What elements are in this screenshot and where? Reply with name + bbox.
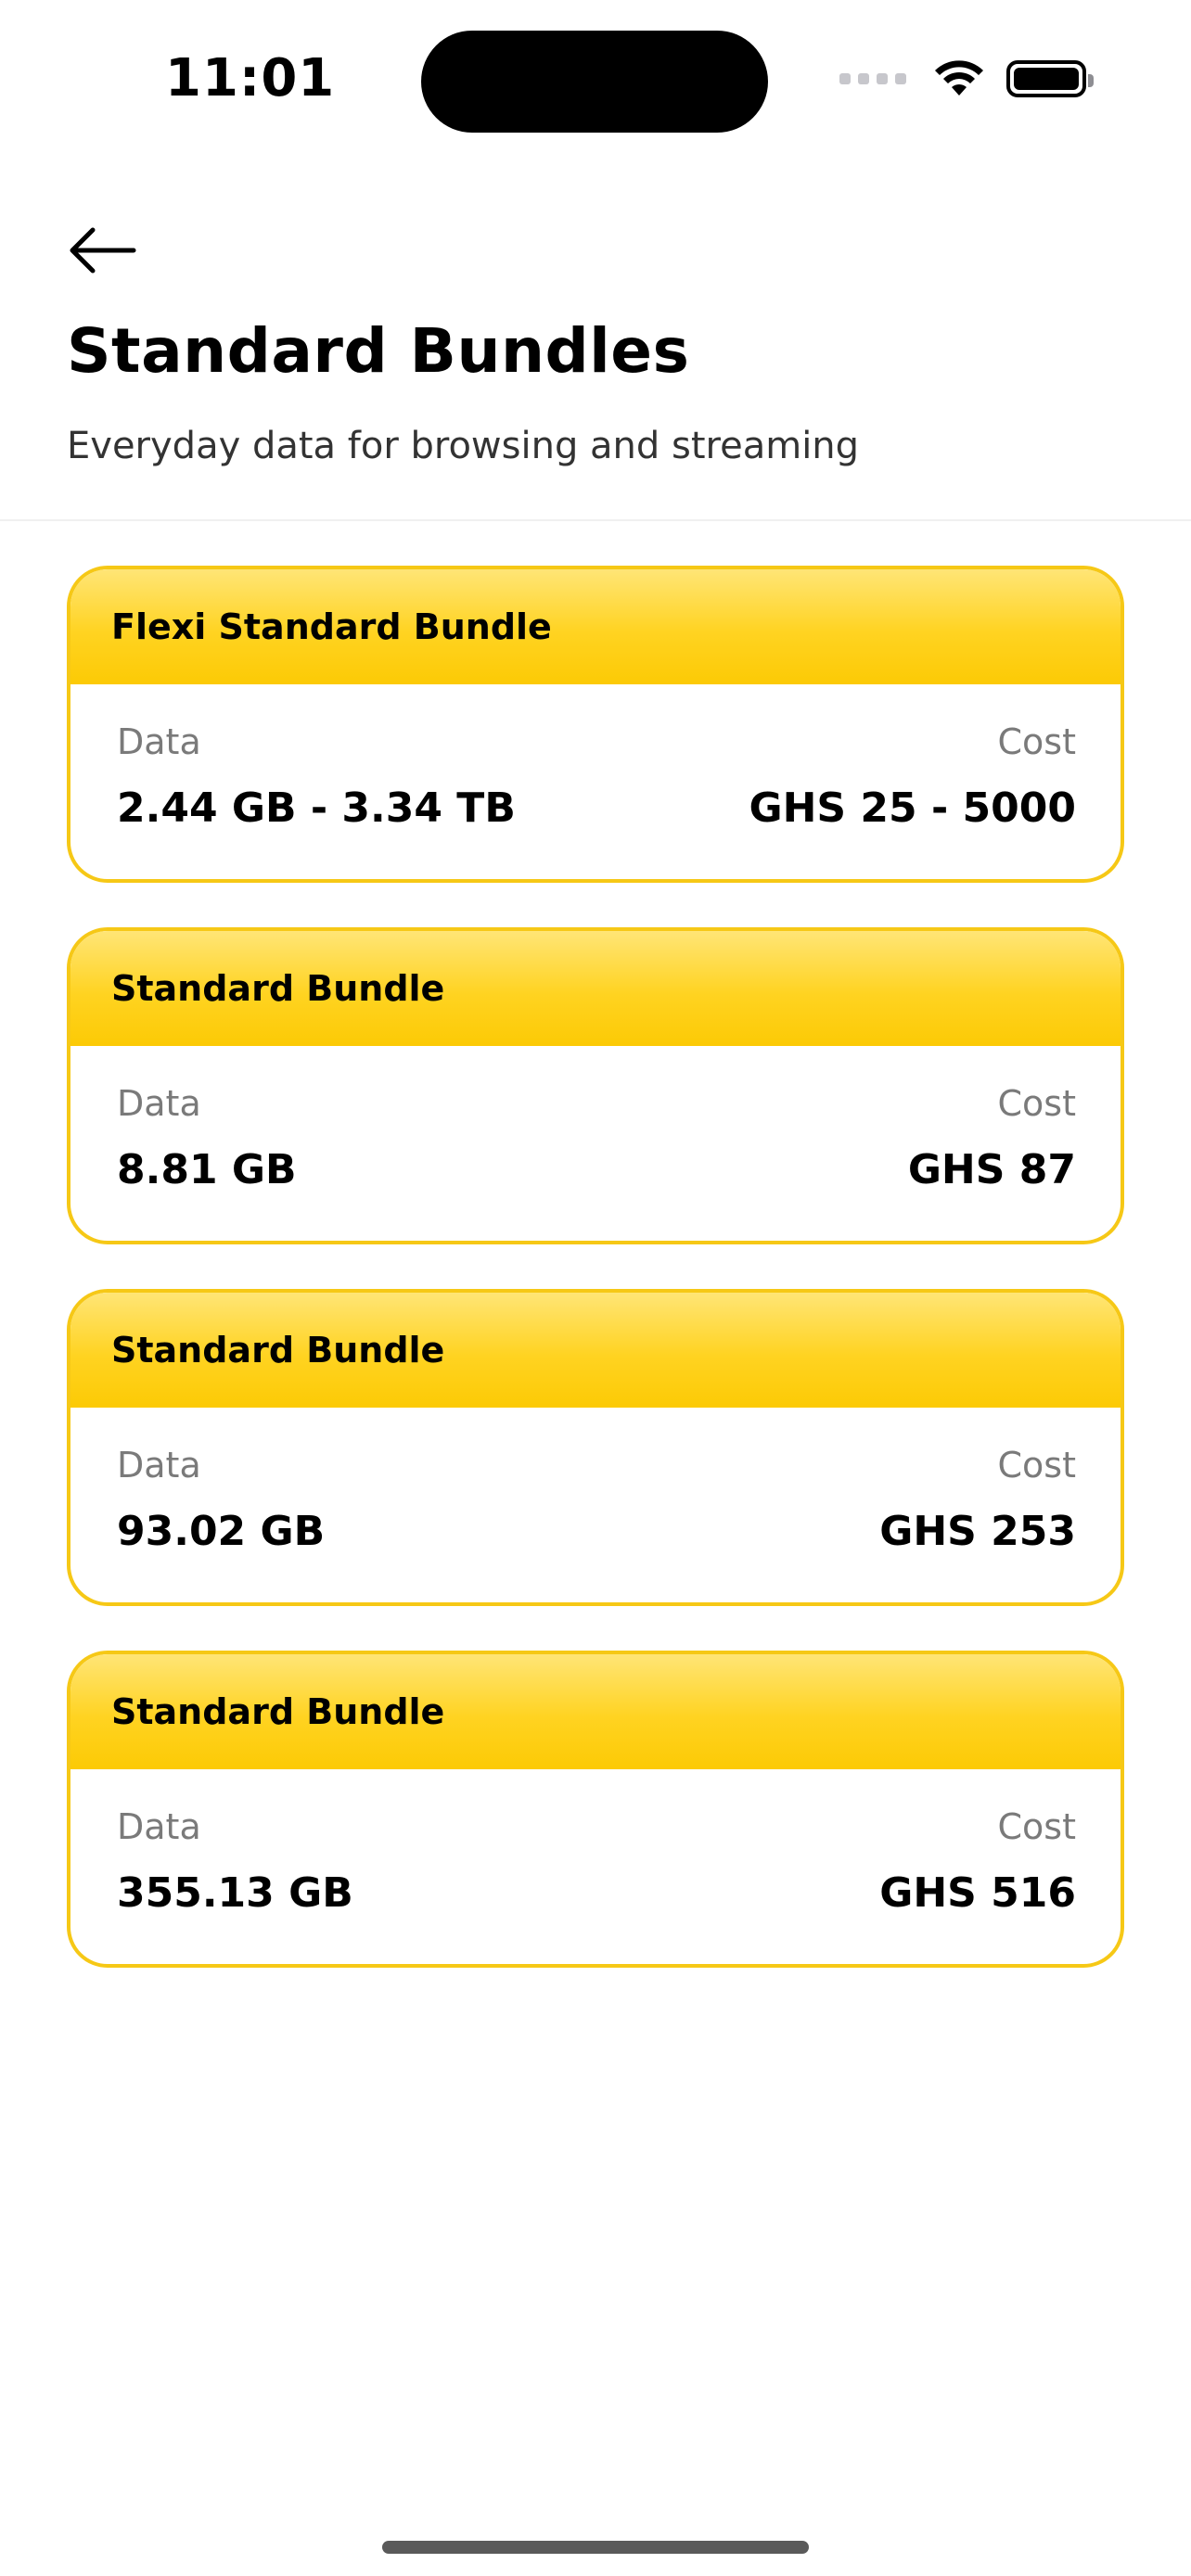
bundle-header: Standard Bundle: [70, 1293, 1121, 1408]
bundle-name: Standard Bundle: [111, 1330, 445, 1371]
bundle-card[interactable]: Standard Bundle Data 355.13 GB Cost GHS …: [67, 1651, 1124, 1968]
status-icons: [839, 57, 1094, 100]
data-value: 93.02 GB: [117, 1508, 326, 1555]
data-label: Data: [117, 1445, 201, 1486]
cost-label: Cost: [997, 1806, 1076, 1847]
bundle-card[interactable]: Standard Bundle Data 8.81 GB Cost GHS 87: [67, 927, 1124, 1244]
back-button[interactable]: [67, 213, 150, 287]
cost-label: Cost: [997, 1445, 1076, 1486]
data-label: Data: [117, 721, 201, 762]
page-subtitle: Everyday data for browsing and streaming: [67, 425, 860, 467]
page-title: Standard Bundles: [67, 315, 690, 387]
cost-label: Cost: [997, 721, 1076, 762]
dynamic-island: [421, 31, 768, 133]
data-label: Data: [117, 1806, 201, 1847]
bundle-body: Data 2.44 GB - 3.34 TB Cost GHS 25 - 500…: [70, 684, 1121, 832]
header-divider: [0, 519, 1191, 521]
bundle-header: Standard Bundle: [70, 1654, 1121, 1769]
bundle-data-column: Data 93.02 GB: [117, 1445, 325, 1555]
bundle-name: Standard Bundle: [111, 968, 445, 1009]
arrow-left-icon: [70, 227, 136, 274]
bundle-body: Data 8.81 GB Cost GHS 87: [70, 1046, 1121, 1193]
cost-value: GHS 516: [879, 1869, 1076, 1917]
status-bar: 11:01: [0, 0, 1191, 158]
bundle-cost-column: Cost GHS 25 - 5000: [749, 721, 1076, 832]
data-value: 8.81 GB: [117, 1146, 297, 1193]
bundle-cost-column: Cost GHS 87: [908, 1083, 1076, 1193]
bundle-card[interactable]: Flexi Standard Bundle Data 2.44 GB - 3.3…: [67, 566, 1124, 883]
bundle-card[interactable]: Standard Bundle Data 93.02 GB Cost GHS 2…: [67, 1289, 1124, 1606]
status-time: 11:01: [165, 48, 336, 108]
data-value: 355.13 GB: [117, 1869, 353, 1917]
bundle-body: Data 93.02 GB Cost GHS 253: [70, 1408, 1121, 1555]
cost-value: GHS 253: [879, 1508, 1076, 1555]
home-indicator[interactable]: [382, 2541, 809, 2554]
battery-icon: [1006, 60, 1094, 97]
cellular-signal-icon: [839, 73, 906, 84]
bundle-data-column: Data 2.44 GB - 3.34 TB: [117, 721, 516, 832]
bundle-header: Standard Bundle: [70, 931, 1121, 1046]
bundle-name: Flexi Standard Bundle: [111, 606, 552, 647]
cost-label: Cost: [997, 1083, 1076, 1124]
bundle-header: Flexi Standard Bundle: [70, 569, 1121, 684]
bundle-cost-column: Cost GHS 516: [879, 1806, 1076, 1917]
bundle-data-column: Data 355.13 GB: [117, 1806, 353, 1917]
wifi-icon: [935, 60, 983, 96]
cost-value: GHS 87: [907, 1146, 1076, 1193]
cost-value: GHS 25 - 5000: [749, 784, 1076, 832]
bundle-cost-column: Cost GHS 253: [879, 1445, 1076, 1555]
data-value: 2.44 GB - 3.34 TB: [117, 784, 516, 832]
bundle-name: Standard Bundle: [111, 1691, 445, 1732]
data-label: Data: [117, 1083, 201, 1124]
bundle-list: Flexi Standard Bundle Data 2.44 GB - 3.3…: [67, 566, 1124, 2012]
bundle-data-column: Data 8.81 GB: [117, 1083, 297, 1193]
bundle-body: Data 355.13 GB Cost GHS 516: [70, 1769, 1121, 1917]
